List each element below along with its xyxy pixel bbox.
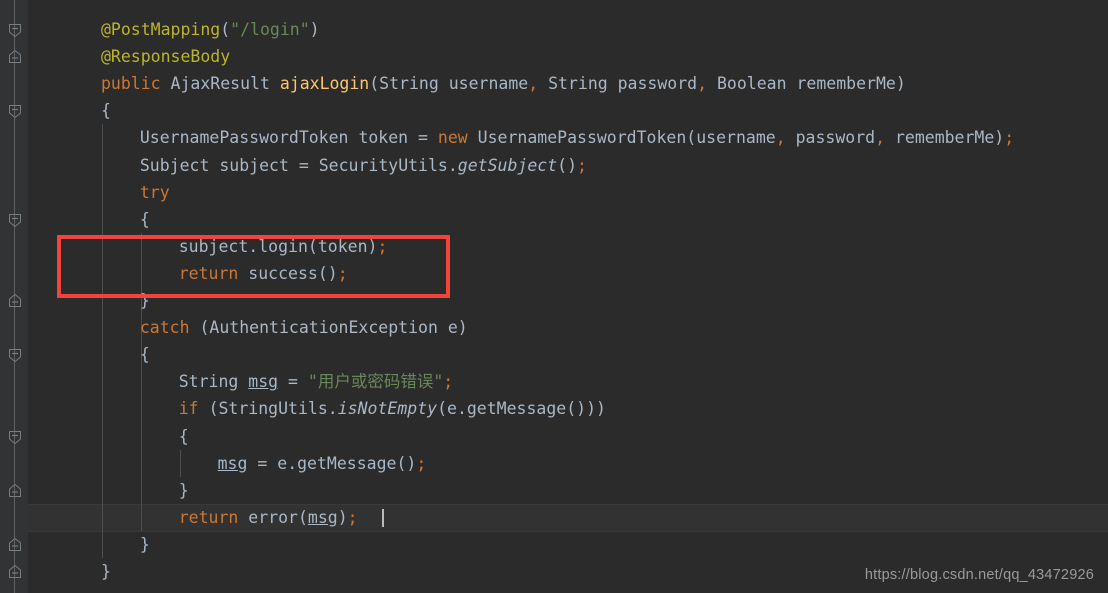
code-line-9[interactable]: subject.login(token);	[179, 233, 388, 261]
fold-marker-line-16[interactable]	[7, 429, 23, 445]
code-surface[interactable]: @PostMapping("/login") @ResponseBody publi…	[28, 0, 1108, 593]
code-line-3[interactable]: public AjaxResult ajaxLogin(String usern…	[101, 70, 906, 98]
code-editor[interactable]: @PostMapping("/login") @ResponseBody publi…	[0, 0, 1108, 593]
fold-marker-line-11[interactable]	[7, 293, 23, 309]
code-line-1[interactable]: @PostMapping("/login")	[101, 16, 320, 44]
code-line-17[interactable]: msg = e.getMessage();	[218, 450, 427, 478]
code-line-5[interactable]: UsernamePasswordToken token = new Userna…	[140, 124, 1014, 152]
fold-marker-line-21[interactable]	[7, 564, 23, 580]
code-line-14[interactable]: String msg = "用户或密码错误";	[179, 368, 453, 396]
code-line-6[interactable]: Subject subject = SecurityUtils.getSubje…	[140, 152, 587, 180]
text-caret	[381, 508, 384, 527]
watermark-url: https://blog.csdn.net/qq_43472926	[864, 567, 1094, 583]
code-line-19[interactable]: return error(msg);	[179, 504, 358, 532]
fold-marker-line-18[interactable]	[7, 483, 23, 499]
code-line-16[interactable]: {	[179, 423, 189, 451]
fold-marker-line-2[interactable]	[7, 49, 23, 65]
code-line-11[interactable]: }	[140, 287, 150, 315]
code-line-21[interactable]: }	[101, 558, 111, 586]
code-line-18[interactable]: }	[179, 477, 189, 505]
code-line-4[interactable]: {	[101, 97, 111, 125]
code-line-15[interactable]: if (StringUtils.isNotEmpty(e.getMessage(…	[179, 395, 606, 423]
code-line-2[interactable]: @ResponseBody	[101, 43, 230, 71]
fold-marker-line-4[interactable]	[7, 103, 23, 119]
indent-guide-level-3	[179, 449, 181, 477]
fold-marker-line-1[interactable]	[7, 22, 23, 38]
code-line-13[interactable]: {	[140, 341, 150, 369]
indent-guide-level-2	[140, 232, 142, 531]
fold-marker-line-8[interactable]	[7, 212, 23, 228]
code-line-7[interactable]: try	[140, 179, 170, 207]
fold-marker-line-20[interactable]	[7, 537, 23, 553]
code-line-20[interactable]: }	[140, 531, 150, 559]
code-line-12[interactable]: catch (AuthenticationException e)	[140, 314, 468, 342]
fold-marker-line-13[interactable]	[7, 347, 23, 363]
code-line-8[interactable]: {	[140, 206, 150, 234]
indent-guide-level-1	[102, 124, 103, 558]
code-line-10[interactable]: return success();	[179, 260, 348, 288]
editor-gutter[interactable]	[0, 0, 28, 593]
